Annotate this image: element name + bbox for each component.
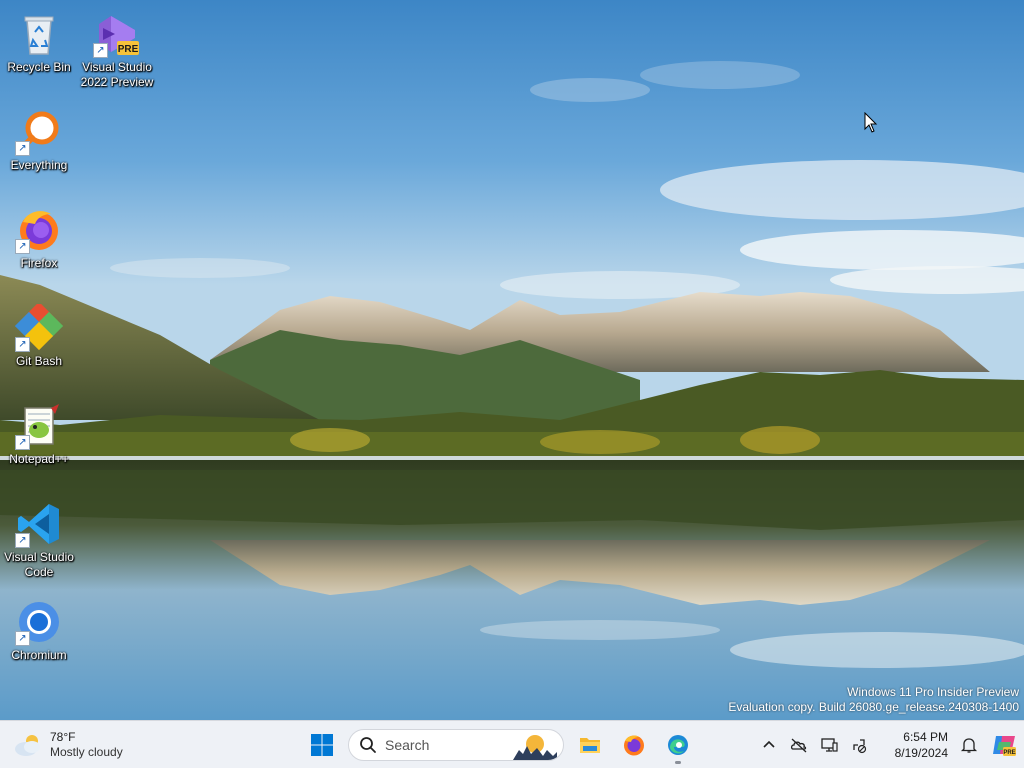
shortcut-arrow-icon: ↗ xyxy=(15,239,30,254)
desktop-icon-chromium[interactable]: ↗ Chromium xyxy=(1,594,77,684)
taskbar-file-explorer[interactable] xyxy=(570,725,610,765)
vscode-icon: ↗ xyxy=(15,500,63,548)
show-hidden-icons-button[interactable] xyxy=(754,725,784,765)
desktop-icon-label: Visual Studio Code xyxy=(4,550,74,579)
desktop-icon-visual-studio-2022-preview[interactable]: PRE ↗ Visual Studio 2022 Preview xyxy=(79,6,155,96)
desktop-icon-visual-studio-code[interactable]: ↗ Visual Studio Code xyxy=(1,496,77,586)
watermark-line-2: Evaluation copy. Build 26080.ge_release.… xyxy=(728,700,1019,714)
shortcut-arrow-icon: ↗ xyxy=(15,631,30,646)
desktop[interactable]: Recycle Bin PRE ↗ Visual Studio 2022 Pre… xyxy=(0,0,1024,720)
desktop-icon-notepad-plus-plus[interactable]: ↗ Notepad++ xyxy=(1,398,77,488)
notifications-button[interactable] xyxy=(954,725,984,765)
desktop-icon-git-bash[interactable]: ↗ Git Bash xyxy=(1,300,77,390)
copilot-icon: PRE xyxy=(993,736,1016,756)
notepad-plus-plus-icon: ↗ xyxy=(15,402,63,450)
taskbar-edge[interactable] xyxy=(658,725,698,765)
search-highlight-icon xyxy=(513,735,557,760)
git-bash-icon: ↗ xyxy=(15,304,63,352)
start-button[interactable] xyxy=(302,725,342,765)
copilot-button[interactable]: PRE xyxy=(984,725,1024,765)
weather-widget[interactable]: 78°F Mostly cloudy xyxy=(12,725,142,765)
taskbar-clock[interactable]: 6:54 PM 8/19/2024 xyxy=(874,725,954,765)
onedrive-tray-button[interactable] xyxy=(784,725,814,765)
shortcut-arrow-icon: ↗ xyxy=(15,337,30,352)
recycle-bin-icon xyxy=(15,10,63,58)
desktop-icon-everything[interactable]: ↗ Everything xyxy=(1,104,77,194)
folder-icon xyxy=(580,738,600,753)
desktop-icon-label: Notepad++ xyxy=(9,452,69,466)
evaluation-watermark: Windows 11 Pro Insider Preview Evaluatio… xyxy=(728,685,1019,715)
mouse-cursor-icon xyxy=(864,112,878,133)
desktop-icon-label: Chromium xyxy=(11,648,67,662)
search-icon xyxy=(360,737,376,753)
weather-temperature: 78°F xyxy=(50,730,76,744)
display-tray-button[interactable] xyxy=(814,725,844,765)
firefox-icon: ↗ xyxy=(15,206,63,254)
desktop-icon-firefox[interactable]: ↗ Firefox xyxy=(1,202,77,292)
taskbar: 78°F Mostly cloudy Search 6:54 PM 8/19/2… xyxy=(0,720,1024,768)
weather-text: 78°F Mostly cloudy xyxy=(50,730,123,760)
desktop-icon-recycle-bin[interactable]: Recycle Bin xyxy=(1,6,77,96)
desktop-icon-label: Git Bash xyxy=(15,354,63,368)
watermark-line-1: Windows 11 Pro Insider Preview xyxy=(847,685,1019,699)
svg-text:PRE: PRE xyxy=(1003,750,1015,756)
taskbar-center: Search xyxy=(300,721,700,769)
weather-condition: Mostly cloudy xyxy=(50,745,123,759)
edge-icon xyxy=(668,735,688,755)
chevron-up-icon xyxy=(763,740,775,748)
desktop-icon-label: Recycle Bin xyxy=(7,60,71,74)
windows-logo-icon xyxy=(311,734,333,756)
magnifier-icon: ↗ xyxy=(15,108,63,156)
system-tray: 6:54 PM 8/19/2024 PRE xyxy=(754,721,1024,769)
visual-studio-icon: PRE ↗ xyxy=(93,10,141,58)
shortcut-arrow-icon: ↗ xyxy=(15,141,30,156)
shortcut-arrow-icon: ↗ xyxy=(93,43,108,58)
onedrive-offline-icon xyxy=(790,738,807,753)
bell-icon xyxy=(960,738,978,753)
desktop-icons: Recycle Bin PRE ↗ Visual Studio 2022 Pre… xyxy=(0,0,170,720)
search-placeholder: Search xyxy=(385,737,430,753)
shortcut-arrow-icon: ↗ xyxy=(15,533,30,548)
network-tray-button[interactable] xyxy=(844,725,874,765)
desktop-icon-label: Visual Studio 2022 Preview xyxy=(80,60,154,89)
display-icon xyxy=(821,738,838,752)
desktop-icon-label: Firefox xyxy=(20,256,58,270)
taskbar-firefox[interactable] xyxy=(614,725,654,765)
clock-date: 8/19/2024 xyxy=(894,746,948,760)
firefox-icon xyxy=(624,735,644,756)
taskbar-search-box[interactable]: Search xyxy=(348,729,564,761)
desktop-icon-label: Everything xyxy=(10,158,68,172)
shortcut-arrow-icon: ↗ xyxy=(15,435,30,450)
running-indicator xyxy=(675,761,681,764)
svg-text:PRE: PRE xyxy=(118,44,139,55)
chromium-icon: ↗ xyxy=(15,598,63,646)
cloud-sun-icon xyxy=(15,735,40,756)
network-icon xyxy=(853,739,867,754)
clock-time: 6:54 PM xyxy=(903,730,948,744)
